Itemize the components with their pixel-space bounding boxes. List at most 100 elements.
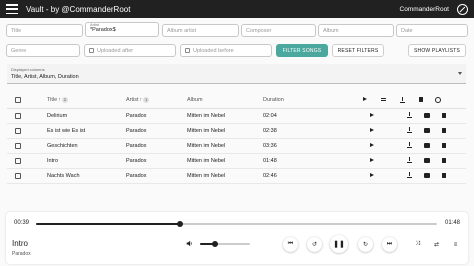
album-filter-placeholder: Album [323,28,339,34]
info-icon[interactable] [435,97,441,104]
track-album: Mitten im Nebel [187,153,263,169]
add-to-playlist-icon[interactable] [424,142,430,148]
select-all-checkbox[interactable] [15,97,21,104]
download-icon[interactable] [406,172,412,179]
delete-icon[interactable] [441,157,446,163]
add-to-playlist-icon[interactable] [424,112,430,118]
play-icon[interactable] [370,112,374,117]
row-checkbox[interactable] [15,112,21,119]
row-select-cell [7,123,47,139]
delete-icon[interactable] [419,97,423,103]
track-duration: 01:48 [263,153,363,169]
play-icon[interactable] [370,157,374,162]
queue-button[interactable]: ≡ [448,237,463,252]
reset-filters-button[interactable]: Reset filters [332,44,384,57]
title-header-label: Title [47,97,58,104]
album-column-header[interactable]: Album [187,93,263,109]
row-select-cell [7,108,47,124]
repeat-button[interactable]: ⇄ [429,237,444,252]
row-checkbox[interactable] [15,157,21,164]
volume-icon[interactable] [186,240,193,247]
displayed-columns-select[interactable]: Displayed columns Title, Artist, Album, … [7,64,466,84]
download-icon[interactable] [406,157,412,164]
table-row[interactable]: Delirium Paradox Mitten im Nebel 02:04 [7,108,466,124]
empty-cell [381,138,399,154]
forward-button[interactable]: ↻ [358,237,373,252]
play-all-icon[interactable] [363,97,367,102]
add-to-playlist-icon[interactable] [424,157,430,163]
delete-all-cell [419,93,435,109]
track-duration: 02:38 [263,123,363,139]
play-icon[interactable] [370,142,374,147]
rewind-button[interactable]: ↺ [307,237,322,252]
play-cell [363,153,381,169]
row-checkbox[interactable] [15,127,21,134]
volume-knob[interactable] [212,241,218,247]
table-row[interactable]: Es ist wie Es ist Paradox Mitten im Nebel 0… [7,123,466,139]
shuffle-button[interactable]: ⤨ [410,237,425,252]
title-filter-input[interactable]: Title [6,24,83,37]
now-playing-title: Intro [12,239,29,248]
artist-filter-input[interactable]: Artist *Paradox$ [85,22,159,37]
track-artist: Paradox [126,168,187,184]
download-icon[interactable] [399,97,405,104]
composer-filter-input[interactable]: Composer [241,24,316,37]
delete-icon[interactable] [441,112,446,118]
download-cell [399,153,419,169]
row-checkbox[interactable] [15,172,21,179]
show-playlists-button[interactable]: Show playlists [408,44,466,57]
download-icon[interactable] [406,142,412,149]
uploaded-before-input[interactable]: Uploaded before [180,44,272,57]
download-icon[interactable] [406,127,412,134]
table-header-row: Title↑ 2 Artist↑ 1 Album Duration [7,93,466,109]
genre-filter-input[interactable]: Genre [6,44,80,57]
user-name[interactable]: CommanderRoot [400,6,450,13]
calendar-icon [89,48,94,53]
empty-cell [381,123,399,139]
track-title: Intro [47,153,126,169]
row-checkbox[interactable] [15,142,21,149]
previous-track-button[interactable]: ⏮ [283,237,298,252]
delete-icon[interactable] [441,142,446,148]
uploaded-after-input[interactable]: Uploaded after [84,44,176,57]
add-to-playlist-icon[interactable] [424,172,430,178]
filter-songs-button[interactable]: Filter songs [276,44,328,57]
track-title: Es ist wie Es ist [47,123,126,139]
artist-column-header[interactable]: Artist↑ 1 [126,93,187,109]
next-track-button[interactable]: ⏭ [382,237,397,252]
theme-toggle-icon[interactable] [457,3,468,15]
row-select-cell [7,153,47,169]
album-artist-filter-input[interactable]: Album artist [162,24,239,37]
track-album: Mitten im Nebel [187,168,263,184]
chevron-down-icon[interactable] [458,72,462,75]
tracks-table: Title↑ 2 Artist↑ 1 Album Duration Delirium… [7,93,466,184]
table-row[interactable]: Geschichten Paradox Mitten im Nebel 03:36 [7,138,466,154]
date-filter-input[interactable]: Date [396,24,468,37]
track-duration: 02:04 [263,108,363,124]
play-icon[interactable] [370,127,374,132]
album-artist-filter-placeholder: Album artist [167,28,197,34]
duration-column-header[interactable]: Duration [263,93,363,109]
play-pause-button[interactable]: ❚❚ [330,235,348,253]
album-filter-input[interactable]: Album [318,24,394,37]
fast-forward-icon: ↻ [362,242,369,248]
progress-knob[interactable] [177,221,184,227]
table-row[interactable]: Nachts Wach Paradox Mitten im Nebel 02:46 [7,168,466,184]
queue-icon[interactable] [381,97,387,103]
delete-icon[interactable] [441,127,446,133]
add-to-playlist-icon[interactable] [424,127,430,133]
sort-order-badge: 2 [61,97,68,104]
track-artist: Paradox [126,108,187,124]
delete-icon[interactable] [441,172,446,178]
track-duration: 03:36 [263,138,363,154]
player-panel: 00:39 01:48 Intro Paradox ⏮ ↺ ❚❚ ↻ ⏭ ⤨ ⇄… [6,212,468,264]
title-column-header[interactable]: Title↑ 2 [47,93,126,109]
menu-icon[interactable] [6,4,18,14]
track-artist: Paradox [126,153,187,169]
download-icon[interactable] [406,112,412,119]
app-bar: Vault - by @CommanderRoot CommanderRoot [0,0,474,18]
play-icon[interactable] [370,172,374,177]
repeat-icon: ⇄ [433,242,440,248]
table-row[interactable]: Intro Paradox Mitten im Nebel 01:48 [7,153,466,169]
pause-icon: ❚❚ [333,241,345,248]
